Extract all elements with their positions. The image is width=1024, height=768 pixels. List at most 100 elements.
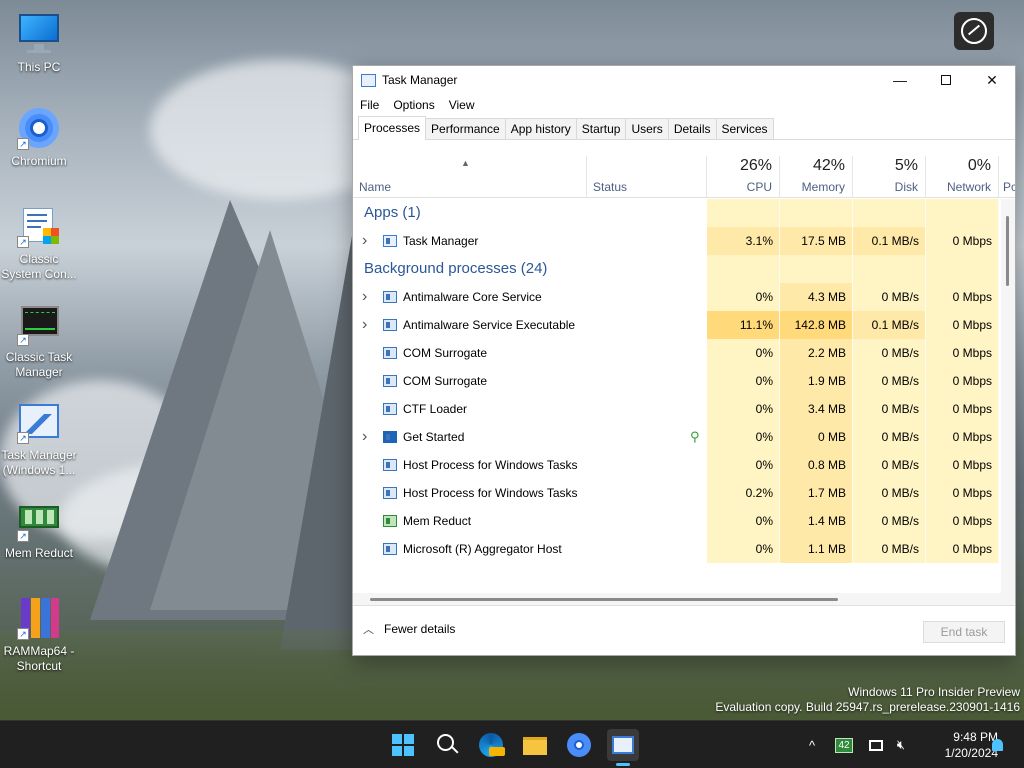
- column-percent: 42%: [812, 157, 845, 174]
- start-button[interactable]: [387, 729, 419, 761]
- desktop-icon-task-manager[interactable]: ↗ Task Manager (Windows 1...: [0, 400, 78, 478]
- tab-processes[interactable]: Processes: [358, 116, 427, 140]
- table-row[interactable]: Host Process for Windows Tasks 0.2% 1.7 MB…: [353, 479, 1015, 507]
- column-header-disk[interactable]: 5% Disk: [853, 156, 926, 198]
- cell-network: 0 Mbps: [926, 311, 999, 339]
- cell-network: 0 Mbps: [926, 283, 999, 311]
- fewer-details-button[interactable]: ︿ Fewer details: [363, 621, 455, 637]
- tab-services[interactable]: Services: [715, 118, 774, 139]
- chevron-right-icon[interactable]: ›: [362, 311, 367, 339]
- tab-performance[interactable]: Performance: [425, 118, 506, 139]
- column-header-network[interactable]: 0% Network: [926, 156, 999, 198]
- cell-cpu: 3.1%: [707, 227, 780, 255]
- watermark-line: Windows 11 Pro Insider Preview: [848, 685, 1020, 699]
- process-icon: [383, 487, 397, 499]
- column-header-memory[interactable]: 42% Memory: [780, 156, 853, 198]
- taskbar: ^ 42 🔇︎ 9:48 PM 1/20/2024: [0, 720, 1024, 768]
- file-explorer-button[interactable]: [519, 729, 551, 761]
- cell-cpu: 0%: [707, 423, 780, 451]
- menu-file[interactable]: File: [360, 98, 379, 112]
- desktop-icon-mem-reduct[interactable]: ↗ Mem Reduct: [0, 498, 78, 561]
- tray-app-badge[interactable]: 42: [834, 721, 854, 768]
- table-row[interactable]: COM Surrogate 0% 1.9 MB 0 MB/s 0 Mbps: [353, 367, 1015, 395]
- close-button[interactable]: ✕: [969, 66, 1015, 94]
- chevron-right-icon[interactable]: ›: [362, 227, 367, 255]
- column-header-status[interactable]: Status: [587, 156, 707, 198]
- title-bar[interactable]: Task Manager — ✕: [353, 66, 1015, 94]
- cell-disk: 0 MB/s: [853, 479, 926, 507]
- tab-users[interactable]: Users: [625, 118, 669, 139]
- tray-badge-text: 42: [835, 737, 853, 753]
- chevron-right-icon[interactable]: ›: [362, 283, 367, 311]
- column-header-power[interactable]: Po: [999, 156, 1015, 198]
- desktop-icon-chromium[interactable]: ↗ Chromium: [0, 106, 78, 169]
- shortcut-arrow-icon: ↗: [17, 334, 29, 346]
- cell-disk: 0 MB/s: [853, 367, 926, 395]
- tab-app-history[interactable]: App history: [504, 118, 577, 139]
- table-row[interactable]: Host Process for Windows Tasks 0% 0.8 MB 0 …: [353, 451, 1015, 479]
- minimize-icon: —: [893, 72, 907, 88]
- cell-memory: 4.3 MB: [780, 283, 853, 311]
- desktop-icon-this-pc[interactable]: This PC: [0, 12, 78, 75]
- notification-bell-icon[interactable]: [986, 721, 1008, 768]
- process-table: ▲ Name Status 26% CPU 42% Memory 5% Disk…: [353, 156, 1015, 605]
- shortcut-arrow-icon: ↗: [17, 628, 29, 640]
- feedback-hub-icon[interactable]: [954, 12, 994, 50]
- cell-disk: 0.1 MB/s: [853, 311, 926, 339]
- scrollbar-thumb[interactable]: [370, 598, 838, 601]
- process-name: COM Surrogate: [403, 346, 488, 360]
- process-icon: [383, 375, 397, 387]
- process-name: Task Manager: [403, 234, 479, 248]
- group-header[interactable]: Apps (1): [353, 199, 1015, 227]
- task-manager-taskbar-button[interactable]: [607, 729, 639, 766]
- scrollbar-thumb[interactable]: [1006, 216, 1009, 286]
- cell-memory: 142.8 MB: [780, 311, 853, 339]
- table-row[interactable]: CTF Loader 0% 3.4 MB 0 MB/s 0 Mbps: [353, 395, 1015, 423]
- table-row[interactable]: COM Surrogate 0% 2.2 MB 0 MB/s 0 Mbps: [353, 339, 1015, 367]
- show-hidden-icons-button[interactable]: ^: [800, 721, 824, 768]
- desktop-icon-classic-task-manager[interactable]: ↗ Classic Task Manager: [0, 302, 78, 380]
- process-icon: [383, 515, 397, 527]
- sort-ascending-icon: ▲: [461, 158, 470, 168]
- desktop-icon-rammap[interactable]: ↗ RAMMap64 - Shortcut: [0, 596, 78, 674]
- leaf-icon: ⚲: [690, 429, 700, 444]
- maximize-button[interactable]: [923, 66, 969, 94]
- process-rows: Apps (1) › Task Manager 3.1% 17.5 MB 0.1 MB/s…: [353, 199, 1015, 563]
- chromium-taskbar-button[interactable]: [563, 729, 595, 761]
- search-button[interactable]: [431, 729, 463, 761]
- fewer-details-label: Fewer details: [384, 622, 456, 636]
- chevron-right-icon[interactable]: ›: [362, 423, 367, 451]
- end-task-button[interactable]: End task: [923, 621, 1005, 643]
- table-row[interactable]: Mem Reduct 0% 1.4 MB 0 MB/s 0 Mbps: [353, 507, 1015, 535]
- menu-view[interactable]: View: [449, 98, 475, 112]
- column-label: Memory: [801, 180, 845, 194]
- classic-task-manager-icon: ↗: [17, 302, 61, 346]
- desktop-icon-classic-system-config[interactable]: ↗ Classic System Con...: [0, 204, 78, 282]
- tab-startup[interactable]: Startup: [575, 118, 627, 139]
- column-header-cpu[interactable]: 26% CPU: [707, 156, 780, 198]
- file-explorer-icon: [523, 737, 547, 755]
- cell-memory: 0 MB: [780, 423, 853, 451]
- table-row[interactable]: Microsoft (R) Aggregator Host 0% 1.1 MB 0 M…: [353, 535, 1015, 563]
- process-name: Host Process for Windows Tasks: [403, 486, 578, 500]
- table-row[interactable]: › Antimalware Core Service 0% 4.3 MB 0 MB/s 0…: [353, 283, 1015, 311]
- task-manager-icon: [612, 736, 634, 754]
- heat-cell: [780, 255, 853, 283]
- table-row[interactable]: › Get Started ⚲ 0% 0 MB 0 MB/s 0 Mbps: [353, 423, 1015, 451]
- window-title: Task Manager: [382, 73, 458, 87]
- column-header-name[interactable]: ▲ Name: [353, 156, 587, 198]
- table-row[interactable]: › Task Manager 3.1% 17.5 MB 0.1 MB/s 0 Mbps: [353, 227, 1015, 255]
- tab-details[interactable]: Details: [667, 118, 717, 139]
- edge-button[interactable]: [475, 729, 507, 761]
- vertical-scrollbar[interactable]: [1001, 199, 1015, 605]
- shortcut-arrow-icon: ↗: [17, 530, 29, 542]
- menu-bar: File Options View: [353, 94, 1015, 116]
- cell-memory: 1.9 MB: [780, 367, 853, 395]
- menu-options[interactable]: Options: [393, 98, 434, 112]
- group-header[interactable]: Background processes (24): [353, 255, 1015, 283]
- table-row[interactable]: › Antimalware Service Executable 11.1% 142.…: [353, 311, 1015, 339]
- network-icon[interactable]: [866, 721, 886, 768]
- volume-muted-icon[interactable]: 🔇︎: [890, 721, 912, 768]
- process-icon: [383, 431, 397, 443]
- minimize-button[interactable]: —: [877, 66, 923, 94]
